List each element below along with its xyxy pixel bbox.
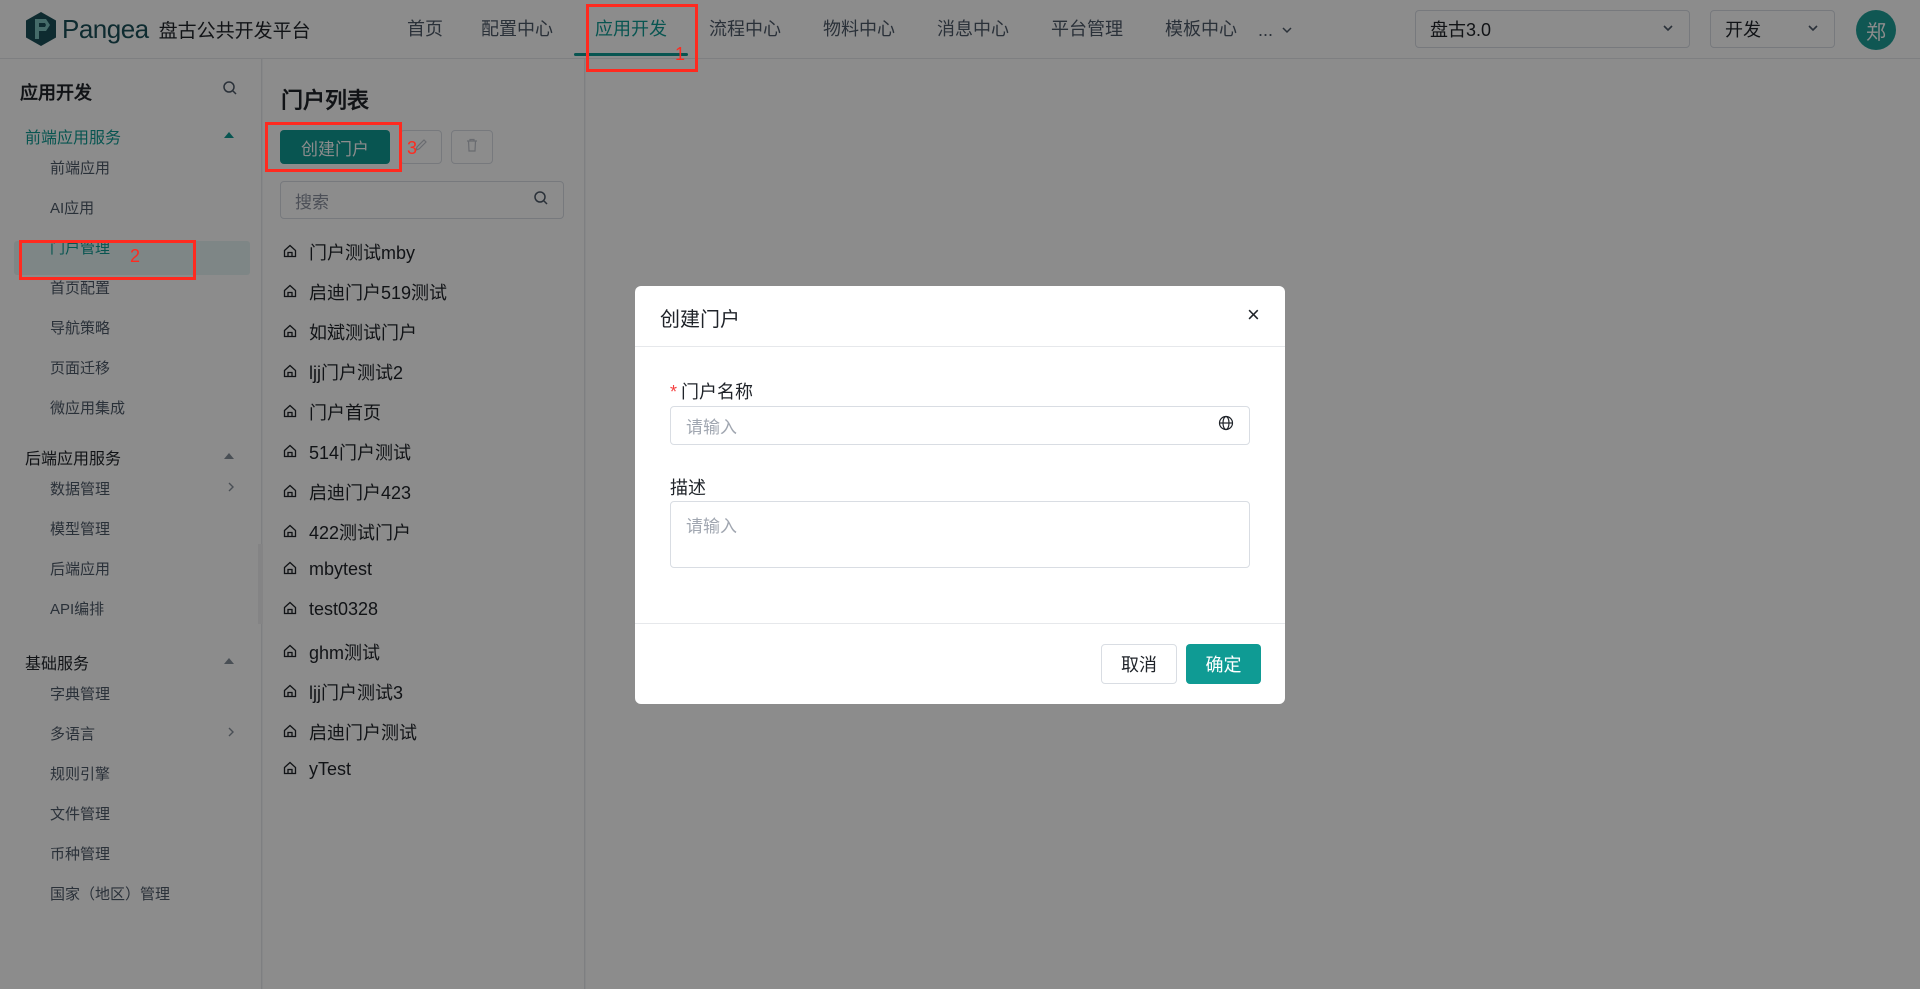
close-icon[interactable]: × bbox=[1247, 302, 1260, 328]
globe-icon[interactable] bbox=[1218, 415, 1234, 436]
portal-name-input[interactable]: 请输入 bbox=[670, 406, 1250, 445]
description-textarea[interactable]: 请输入 bbox=[670, 501, 1250, 568]
cancel-button[interactable]: 取消 bbox=[1101, 644, 1177, 684]
portal-name-label-text: 门户名称 bbox=[681, 382, 754, 402]
confirm-button[interactable]: 确定 bbox=[1186, 644, 1261, 684]
required-mark: * bbox=[670, 382, 678, 402]
description-placeholder: 请输入 bbox=[686, 517, 737, 536]
annotation-number-3: 3 bbox=[407, 138, 418, 158]
description-label: 描述 bbox=[670, 478, 706, 498]
portal-name-label: * 门户名称 bbox=[670, 378, 753, 404]
header-divider bbox=[635, 346, 1285, 347]
annotation-number-1: 1 bbox=[675, 44, 686, 64]
footer-divider bbox=[635, 623, 1285, 624]
dialog-title: 创建门户 bbox=[660, 309, 740, 331]
annotation-box-2 bbox=[19, 240, 196, 280]
portal-name-placeholder: 请输入 bbox=[686, 418, 737, 437]
create-portal-dialog: 创建门户 × * 门户名称 请输入 描述 请输入 取消 确定 bbox=[635, 286, 1285, 704]
annotation-number-2: 2 bbox=[130, 246, 141, 266]
annotation-box-3 bbox=[265, 122, 402, 172]
